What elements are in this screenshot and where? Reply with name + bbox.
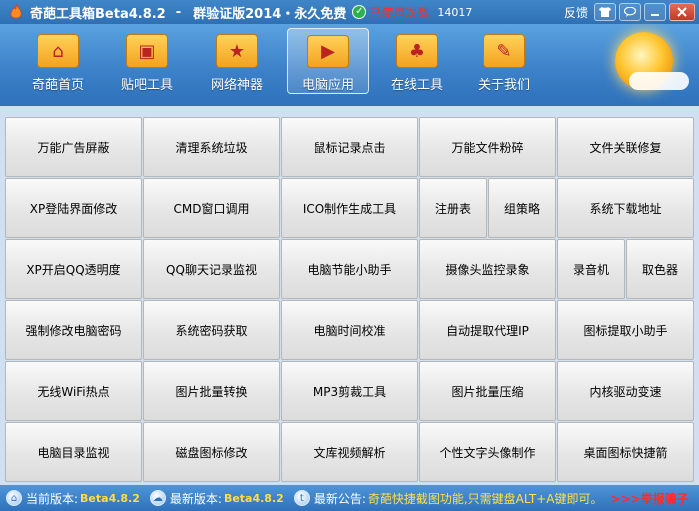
tool-button[interactable]: 图标提取小助手 — [557, 300, 694, 360]
tool-button[interactable]: 录音机 — [557, 239, 625, 299]
photo-folder-icon: ▣ — [126, 34, 168, 68]
cloud-icon: ☁ — [149, 490, 166, 506]
tool-button[interactable]: ICO制作生成工具 — [281, 178, 418, 238]
latest-version-value: Beta4.8.2 — [223, 491, 284, 505]
nav-network-tools[interactable]: ★ 网络神器 — [197, 28, 277, 94]
tool-button[interactable]: 万能广告屏蔽 — [5, 117, 142, 177]
tool-button[interactable]: 注册表 — [419, 178, 487, 238]
tool-button[interactable]: 内核驱动变速 — [557, 361, 694, 421]
nav-pc-apps[interactable]: ▶ 电脑应用 — [287, 28, 369, 94]
tool-button[interactable]: 万能文件粉碎 — [419, 117, 556, 177]
report-scammer-link[interactable]: >>>举报骗子 — [611, 490, 689, 507]
tool-button[interactable]: 无线WiFi热点 — [5, 361, 142, 421]
nav-label: 关于我们 — [477, 78, 530, 93]
app-edition: 群验证版2014・永久免费 — [193, 6, 347, 22]
notice-label: 最新公告: — [313, 491, 366, 506]
flame-icon — [8, 4, 24, 20]
media-folder-icon: ▶ — [307, 35, 349, 68]
mushroom-folder-icon: ♣ — [396, 34, 438, 68]
tool-button[interactable]: XP开启QQ透明度 — [5, 239, 142, 299]
tool-button[interactable]: 取色器 — [626, 239, 694, 299]
nav-label: 贴吧工具 — [120, 78, 173, 93]
tool-button[interactable]: 强制修改电脑密码 — [5, 300, 142, 360]
home-folder-icon: ⌂ — [37, 34, 79, 68]
latest-version-label: 最新版本: — [169, 491, 222, 506]
star-folder-icon: ★ — [216, 34, 258, 68]
tool-button[interactable]: 桌面图标快捷箭 — [557, 422, 694, 482]
current-version-label: 当前版本: — [26, 491, 79, 506]
speech-bubble-icon[interactable] — [619, 3, 641, 21]
tool-button[interactable]: 摄像头监控录象 — [419, 239, 556, 299]
nav-about-us[interactable]: ✎ 关于我们 — [464, 28, 544, 94]
feedback-link[interactable]: 反馈 — [564, 4, 588, 21]
usage-count: 14017 — [437, 5, 473, 19]
tool-button[interactable]: 系统密码获取 — [143, 300, 280, 360]
nav-online-tools[interactable]: ♣ 在线工具 — [377, 28, 457, 94]
nav-label: 网络神器 — [210, 78, 263, 93]
nav-label: 奇葩首页 — [31, 78, 84, 93]
tool-button[interactable]: 磁盘图标修改 — [143, 422, 280, 482]
notice-text: 奇葩快捷截图功能,只需键盘ALT+A键即可。 — [367, 491, 603, 506]
tool-button[interactable]: QQ聊天记录监视 — [143, 239, 280, 299]
status-bar: ⌂ 当前版本: Beta4.8.2 ☁ 最新版本: Beta4.8.2 t 最新… — [0, 485, 699, 511]
nav-label: 在线工具 — [390, 78, 443, 93]
title-bar: 奇葩工具箱Beta4.8.2 - 群验证版2014・永久免费 ✓ 已使用次数: … — [0, 0, 699, 24]
announcement-icon: t — [293, 490, 310, 506]
app-title: 奇葩工具箱Beta4.8.2 — [30, 6, 166, 22]
tool-button[interactable]: 个性文字头像制作 — [419, 422, 556, 482]
nav-tieba-tools[interactable]: ▣ 贴吧工具 — [107, 28, 187, 94]
tool-button[interactable]: 文库视频解析 — [281, 422, 418, 482]
tool-button[interactable]: 图片批量转换 — [143, 361, 280, 421]
shirt-icon[interactable] — [594, 3, 616, 21]
tool-button[interactable]: CMD窗口调用 — [143, 178, 280, 238]
current-version-value: Beta4.8.2 — [80, 491, 140, 505]
tool-button[interactable]: 电脑时间校准 — [281, 300, 418, 360]
tool-button[interactable]: 文件关联修复 — [557, 117, 694, 177]
tool-button[interactable]: 图片批量压缩 — [419, 361, 556, 421]
nav-label: 电脑应用 — [301, 78, 354, 93]
tool-grid: 万能广告屏蔽 清理系统垃圾 鼠标记录点击 万能文件粉碎 文件关联修复 XP登陆界… — [0, 104, 699, 485]
tool-button[interactable]: XP登陆界面修改 — [5, 178, 142, 238]
title-separator: - — [175, 4, 182, 20]
nav-home[interactable]: ⌂ 奇葩首页 — [18, 28, 98, 94]
title-controls: 反馈 — [564, 0, 699, 24]
usage-label: 已使用次数: — [369, 5, 434, 20]
close-icon[interactable] — [669, 3, 695, 21]
tool-button[interactable]: 鼠标记录点击 — [281, 117, 418, 177]
tag-folder-icon: ✎ — [483, 34, 525, 68]
tool-button[interactable]: 电脑节能小助手 — [281, 239, 418, 299]
main-nav: ⌂ 奇葩首页 ▣ 贴吧工具 ★ 网络神器 ▶ 电脑应用 ♣ 在线工具 ✎ 关于我… — [0, 24, 699, 104]
tool-button[interactable]: MP3剪裁工具 — [281, 361, 418, 421]
cloud-icon — [629, 72, 689, 90]
home-icon: ⌂ — [6, 490, 22, 506]
tool-button[interactable]: 组策略 — [488, 178, 556, 238]
tool-button[interactable]: 系统下载地址 — [557, 178, 694, 238]
check-icon: ✓ — [352, 5, 367, 19]
tool-button[interactable]: 自动提取代理IP — [419, 300, 556, 360]
tool-button[interactable]: 电脑目录监视 — [5, 422, 142, 482]
minimize-icon[interactable] — [644, 3, 666, 21]
tool-button[interactable]: 清理系统垃圾 — [143, 117, 280, 177]
